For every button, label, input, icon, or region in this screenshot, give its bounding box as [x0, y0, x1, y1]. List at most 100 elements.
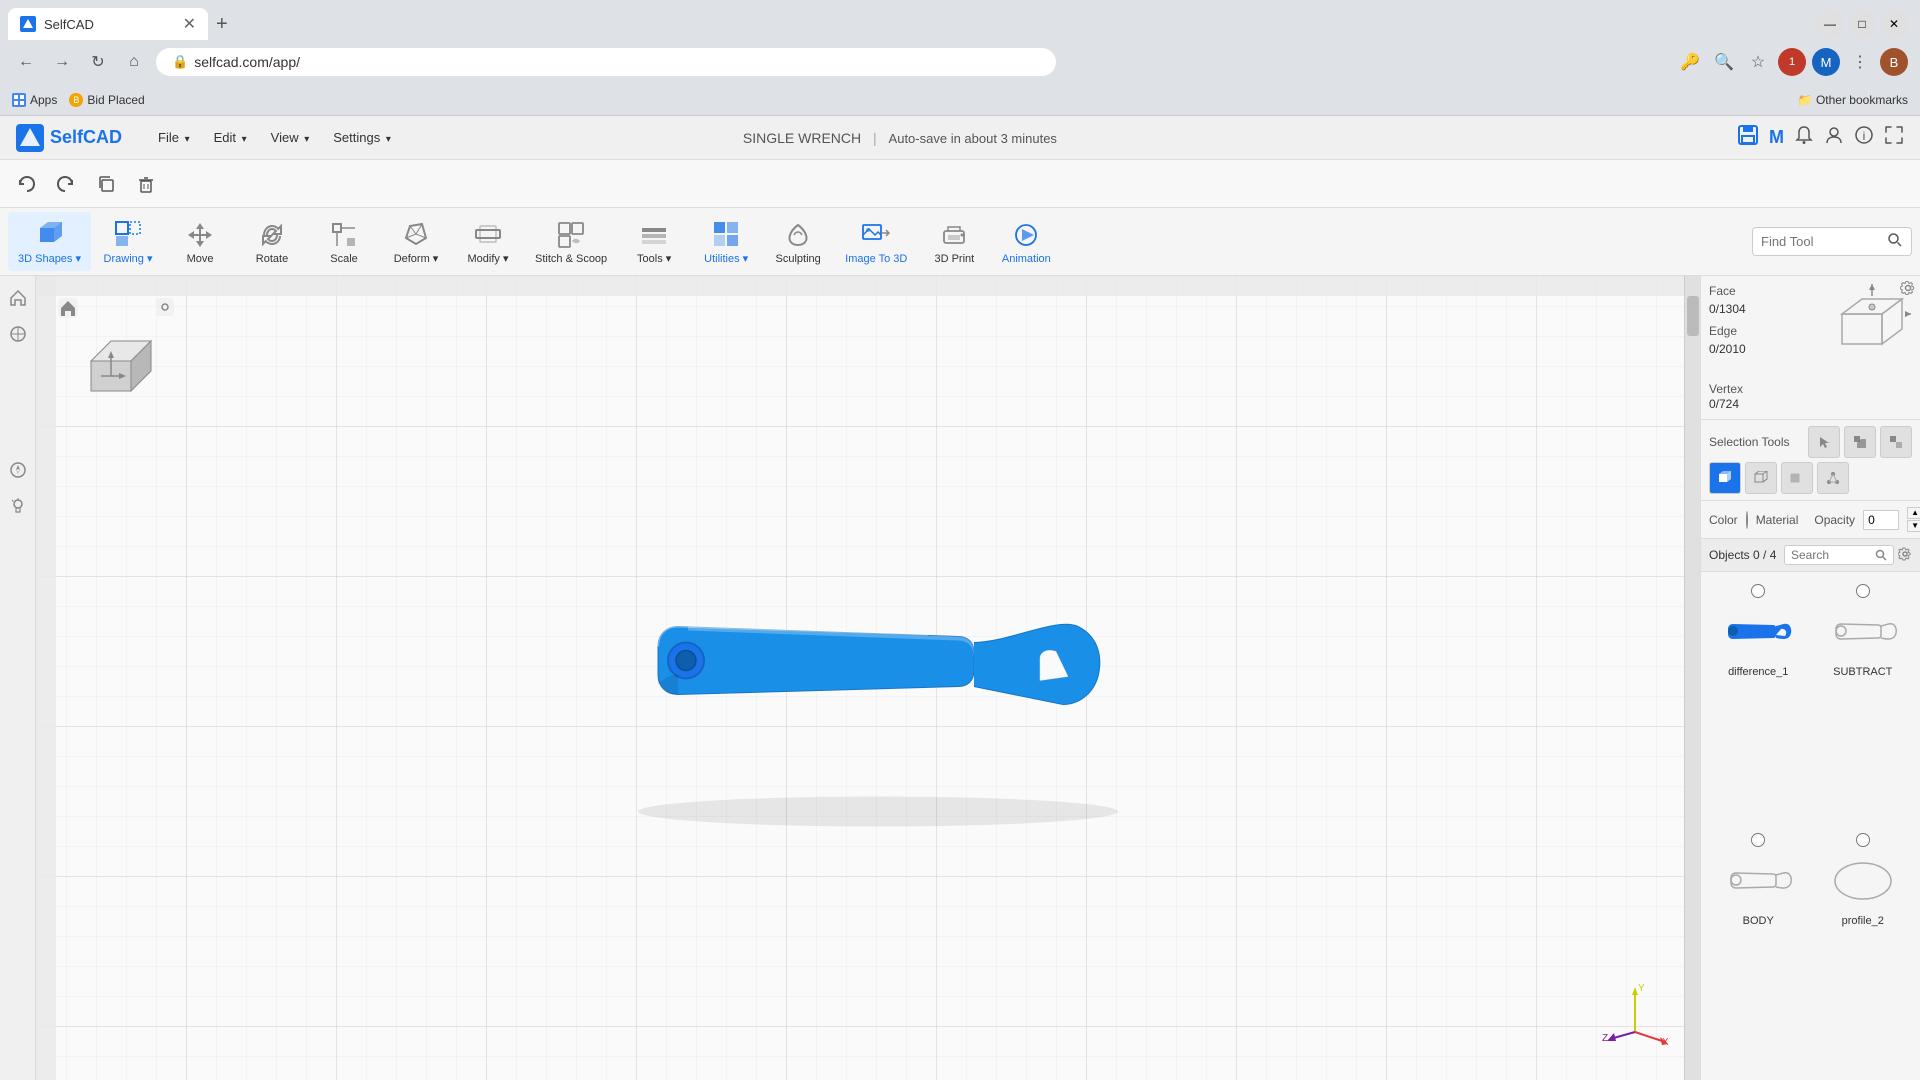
light-button[interactable]: [4, 492, 32, 520]
select-cursor-button[interactable]: [1808, 426, 1840, 458]
tool-modify[interactable]: Modify ▾: [453, 212, 523, 271]
svg-text:Y: Y: [1638, 983, 1645, 994]
select-wireframe-button[interactable]: [1745, 462, 1777, 494]
security-lock-icon: 🔒: [172, 54, 188, 70]
menu-settings[interactable]: Settings ▾: [321, 126, 403, 149]
copy-button[interactable]: [88, 166, 124, 202]
face-value: 0/1304: [1709, 302, 1746, 316]
more-button[interactable]: ⋮: [1846, 48, 1874, 76]
object-profile-2[interactable]: profile_2: [1812, 827, 1915, 1074]
minimize-button[interactable]: —: [1816, 10, 1844, 38]
tool-rotate[interactable]: Rotate: [237, 213, 307, 271]
panel-settings-gear[interactable]: [1900, 280, 1916, 299]
back-button[interactable]: ←: [12, 48, 40, 76]
fullscreen-button[interactable]: [1884, 125, 1904, 150]
address-bar[interactable]: 🔒 selfcad.com/app/: [156, 48, 1056, 76]
browser-tab[interactable]: SelfCAD ✕: [8, 8, 208, 40]
password-icon[interactable]: 🔑: [1676, 48, 1704, 76]
tool-utilities-label: Utilities ▾: [704, 252, 748, 265]
home-view-button[interactable]: [4, 284, 32, 312]
select-box-button[interactable]: [1844, 426, 1876, 458]
document-title-area: SINGLE WRENCH | Auto-save in about 3 min…: [743, 130, 1057, 146]
undo-button[interactable]: [8, 166, 44, 202]
tool-move[interactable]: Move: [165, 213, 235, 271]
select-vertex-button[interactable]: [1817, 462, 1849, 494]
objects-count: Objects 0 / 4: [1709, 548, 1776, 562]
object-difference-1-radio[interactable]: [1751, 584, 1765, 598]
bookmark-apps-label: Apps: [30, 93, 57, 107]
opacity-input[interactable]: [1863, 510, 1899, 530]
profile-button-1[interactable]: 1: [1778, 48, 1806, 76]
objects-search-input[interactable]: [1791, 548, 1871, 562]
tool-3d-print[interactable]: 3D Print: [919, 213, 989, 271]
home-button[interactable]: ⌂: [120, 48, 148, 76]
tool-tools[interactable]: Tools ▾: [619, 212, 689, 271]
menu-view[interactable]: View ▾: [259, 126, 322, 149]
membership-button[interactable]: M: [1769, 127, 1784, 148]
objects-settings-button[interactable]: [1898, 547, 1912, 564]
bookmark-apps[interactable]: Apps: [12, 93, 57, 107]
find-tool-input[interactable]: [1761, 234, 1881, 249]
orientation-button[interactable]: [4, 320, 32, 348]
redo-button[interactable]: [48, 166, 84, 202]
delete-button[interactable]: [128, 166, 164, 202]
autosave-status: Auto-save in about 3 minutes: [889, 131, 1057, 146]
object-body-label: BODY: [1743, 915, 1774, 927]
tab-close-button[interactable]: ✕: [183, 14, 196, 34]
wrench-model[interactable]: [608, 527, 1128, 830]
opacity-increase-button[interactable]: ▲: [1907, 507, 1920, 519]
profile-button-m[interactable]: M: [1812, 48, 1840, 76]
tool-stitch-scoop[interactable]: Stitch & Scoop: [525, 213, 617, 271]
other-bookmarks[interactable]: 📁 Other bookmarks: [1798, 93, 1908, 107]
menu-edit[interactable]: Edit ▾: [202, 126, 259, 149]
zoom-button[interactable]: 🔍: [1710, 48, 1738, 76]
tool-scale[interactable]: Scale: [309, 213, 379, 271]
compass-button[interactable]: [4, 456, 32, 484]
maximize-button[interactable]: □: [1848, 10, 1876, 38]
objects-search-icon[interactable]: [1875, 549, 1887, 561]
tool-3d-print-label: 3D Print: [934, 253, 974, 265]
object-subtract-label: SUBTRACT: [1833, 666, 1892, 678]
object-body-radio[interactable]: [1751, 833, 1765, 847]
tool-sculpting[interactable]: Sculpting: [763, 213, 833, 271]
object-subtract-thumb: [1823, 602, 1903, 662]
object-subtract-radio[interactable]: [1856, 584, 1870, 598]
select-multi-button[interactable]: [1880, 426, 1912, 458]
select-solid-button[interactable]: [1709, 462, 1741, 494]
help-button[interactable]: i: [1854, 125, 1874, 150]
object-profile-2-radio[interactable]: [1856, 833, 1870, 847]
notifications-button[interactable]: [1794, 125, 1814, 150]
menu-file[interactable]: File ▾: [146, 126, 202, 149]
account-button[interactable]: [1824, 125, 1844, 150]
tool-modify-label: Modify ▾: [468, 252, 509, 265]
select-face-button[interactable]: [1781, 462, 1813, 494]
object-difference-1[interactable]: difference_1: [1707, 578, 1810, 825]
bookmark-star-button[interactable]: ☆: [1744, 48, 1772, 76]
vertical-scrollbar[interactable]: [1684, 276, 1700, 1080]
new-tab-button[interactable]: +: [208, 13, 236, 36]
scrollbar-thumb[interactable]: [1687, 296, 1699, 336]
reload-button[interactable]: ↻: [84, 48, 112, 76]
find-tool-search-icon[interactable]: [1887, 232, 1903, 251]
orientation-cube[interactable]: [56, 296, 176, 419]
canvas-area[interactable]: Y X Z: [36, 276, 1700, 1080]
save-button[interactable]: [1737, 124, 1759, 151]
tool-utilities[interactable]: Utilities ▾: [691, 212, 761, 271]
tool-deform[interactable]: Deform ▾: [381, 212, 451, 271]
opacity-decrease-button[interactable]: ▼: [1907, 520, 1920, 532]
3d-cube-preview: [1822, 284, 1912, 374]
color-swatch[interactable]: [1746, 511, 1748, 529]
forward-button[interactable]: →: [48, 48, 76, 76]
tool-3d-shapes[interactable]: 3D Shapes ▾: [8, 212, 91, 271]
object-profile-2-thumb: [1823, 851, 1903, 911]
profile-button-b[interactable]: B: [1880, 48, 1908, 76]
tool-drawing[interactable]: Drawing ▾: [93, 212, 163, 271]
tool-animation[interactable]: Animation: [991, 213, 1061, 271]
tool-image-to-3d[interactable]: Image To 3D: [835, 213, 917, 271]
close-window-button[interactable]: ✕: [1880, 10, 1908, 38]
selfcad-logo-text: SelfCAD: [50, 127, 122, 148]
bookmark-bid-placed[interactable]: B Bid Placed: [69, 93, 144, 107]
object-body[interactable]: BODY: [1707, 827, 1810, 1074]
object-subtract[interactable]: SUBTRACT: [1812, 578, 1915, 825]
tool-image-to-3d-label: Image To 3D: [845, 253, 907, 265]
